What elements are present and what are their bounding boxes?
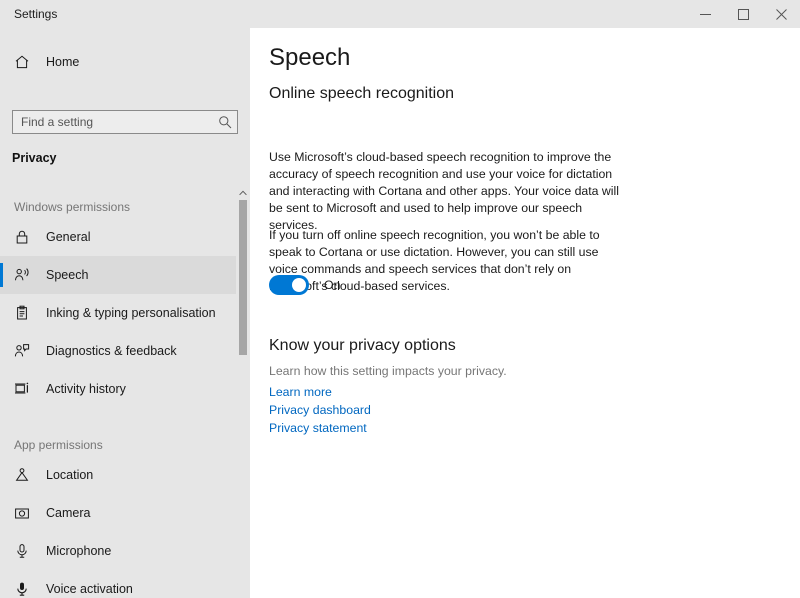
sidebar-item-speech-label: Speech: [46, 268, 88, 282]
sidebar-item-general[interactable]: General: [0, 218, 250, 256]
window-title: Settings: [14, 7, 57, 21]
speech-person-icon: [14, 267, 36, 283]
sidebar-item-activity-history[interactable]: Activity history: [0, 370, 250, 408]
voice-activation-icon: [14, 581, 36, 597]
sidebar-category-title: Privacy: [12, 151, 56, 165]
toggle-state-label: On: [324, 278, 340, 292]
sidebar-nav-list: Windows permissions General: [0, 183, 250, 598]
sidebar-item-diagnostics-feedback-label: Diagnostics & feedback: [46, 344, 177, 358]
sidebar-item-home[interactable]: Home: [0, 47, 250, 77]
settings-window: Settings: [0, 0, 800, 598]
section-heading-online-speech-recognition: Online speech recognition: [269, 85, 454, 103]
search-box[interactable]: [12, 110, 238, 134]
search-input[interactable]: [13, 115, 213, 129]
sidebar-item-home-label: Home: [46, 55, 79, 69]
sidebar-item-microphone[interactable]: Microphone: [0, 532, 250, 570]
sidebar-group-label-app-permissions: App permissions: [0, 434, 250, 456]
sidebar-item-microphone-label: Microphone: [46, 544, 111, 558]
close-icon: [776, 9, 787, 20]
sidebar-item-camera[interactable]: Camera: [0, 494, 250, 532]
privacy-links: Learn more Privacy dashboard Privacy sta…: [269, 383, 371, 437]
online-speech-recognition-toggle-row: On: [269, 275, 340, 295]
sidebar: Home Privacy Windows permissions: [0, 28, 250, 598]
link-privacy-dashboard[interactable]: Privacy dashboard: [269, 401, 371, 419]
sidebar-item-location-label: Location: [46, 468, 93, 482]
section-heading-know-your-privacy-options: Know your privacy options: [269, 337, 456, 355]
title-bar: Settings: [0, 0, 800, 28]
link-learn-more[interactable]: Learn more: [269, 383, 371, 401]
sidebar-item-activity-history-label: Activity history: [46, 382, 126, 396]
sidebar-item-inking-typing[interactable]: Inking & typing personalisation: [0, 294, 250, 332]
maximize-button[interactable]: [724, 0, 762, 28]
camera-icon: [14, 505, 36, 521]
scrollbar-up-button[interactable]: [236, 186, 250, 200]
sidebar-item-camera-label: Camera: [46, 506, 90, 520]
microphone-icon: [14, 543, 36, 559]
description-paragraph-1: Use Microsoft’s cloud-based speech recog…: [269, 149, 624, 234]
location-pin-icon: [14, 467, 36, 483]
toggle-knob: [292, 278, 306, 292]
minimize-button[interactable]: [686, 0, 724, 28]
sidebar-item-voice-activation[interactable]: Voice activation: [0, 570, 250, 598]
sidebar-scrollbar[interactable]: [236, 183, 250, 598]
online-speech-recognition-toggle[interactable]: [269, 275, 309, 295]
lock-icon: [14, 229, 36, 245]
sidebar-item-general-label: General: [46, 230, 90, 244]
scrollbar-thumb[interactable]: [239, 200, 247, 355]
close-button[interactable]: [762, 0, 800, 28]
activity-history-icon: [14, 381, 36, 397]
sidebar-item-diagnostics-feedback[interactable]: Diagnostics & feedback: [0, 332, 250, 370]
privacy-options-note: Learn how this setting impacts your priv…: [269, 364, 507, 378]
sidebar-group-label-windows-permissions: Windows permissions: [0, 196, 250, 218]
home-icon: [14, 54, 36, 70]
maximize-icon: [738, 9, 749, 20]
minimize-icon: [700, 9, 711, 20]
feedback-person-icon: [14, 343, 36, 359]
sidebar-item-voice-activation-label: Voice activation: [46, 582, 133, 596]
page-title: Speech: [269, 44, 350, 72]
sidebar-item-location[interactable]: Location: [0, 456, 250, 494]
window-controls: [686, 0, 800, 28]
main-content: Speech Online speech recognition Use Mic…: [250, 28, 800, 598]
sidebar-item-inking-typing-label: Inking & typing personalisation: [46, 306, 216, 320]
sidebar-item-speech[interactable]: Speech: [0, 256, 250, 294]
clipboard-icon: [14, 305, 36, 321]
search-icon: [213, 115, 237, 129]
link-privacy-statement[interactable]: Privacy statement: [269, 419, 371, 437]
chevron-up-icon: [239, 190, 247, 196]
